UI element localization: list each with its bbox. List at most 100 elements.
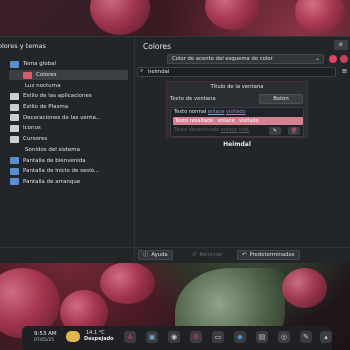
search-icon: ⌕: [140, 67, 144, 74]
preview-window-text: Texto de ventana: [170, 96, 216, 102]
sidebar-item-luz-nocturna[interactable]: Luz nocturna: [0, 80, 134, 91]
accent-color-row: Color de acento del esquema de color ⌄: [137, 54, 350, 65]
pane-divider: [134, 37, 135, 264]
accent-color-select[interactable]: Color de acento del esquema de color ⌄: [167, 54, 324, 64]
sidebar-item-cursores[interactable]: Cursores: [0, 134, 134, 145]
settings-app-icon[interactable]: ⚙: [190, 331, 202, 343]
hamburger-menu-icon[interactable]: ≡: [339, 67, 350, 77]
weather-sun-icon[interactable]: [66, 331, 80, 342]
preview-selected-text: Texto resaltado: [175, 118, 214, 124]
sidebar-item-estilo-aplicaciones[interactable]: Estilo de las aplicaciones: [0, 91, 134, 102]
search-input-value: heimdal: [148, 69, 170, 75]
plasma-style-icon: [10, 103, 19, 111]
help-button-label: Ayuda: [151, 252, 168, 258]
preview-selected-link: enlace: [218, 118, 235, 124]
wallpaper-berry: [90, 0, 150, 35]
sidebar-item-label: Estilo de Plasma: [23, 104, 69, 111]
login-screen-icon: [10, 167, 19, 175]
preview-normal-row: Texto normal enlace visitado: [174, 109, 246, 115]
splash-screen-icon: [10, 157, 19, 165]
preview-selected-visited: visitado: [239, 118, 259, 124]
wallpaper-berry: [100, 262, 155, 304]
color-scheme-preview[interactable]: Título de la ventana Texto de ventana Bo…: [166, 81, 308, 138]
store-icon[interactable]: ◆: [234, 331, 246, 343]
wallpaper-berry: [205, 0, 260, 30]
help-circle-icon: ⓘ: [143, 252, 149, 258]
sidebar-item-label: Pantalla de inicio de sesió...: [23, 168, 100, 175]
sidebar-item-label: Colores: [36, 72, 57, 79]
reset-icon: ↺: [192, 252, 197, 258]
cursor-icon: [10, 135, 19, 143]
sidebar: Tema global Colores Luz nocturna Estilo …: [0, 59, 134, 187]
sidebar-item-estilo-plasma[interactable]: Estilo de Plasma: [0, 102, 134, 113]
chevron-down-icon: ⌄: [314, 55, 320, 62]
system-tray-icon[interactable]: ▴: [320, 331, 332, 343]
clock-date[interactable]: 07/05/25: [34, 338, 54, 343]
defaults-button-label: Predeterminados: [249, 252, 295, 258]
preview-disabled-visited: visit: [238, 127, 250, 133]
preview-disabled-link: enlace: [220, 127, 238, 133]
wallpaper-berry: [282, 268, 327, 308]
file-manager-icon[interactable]: ▣: [146, 331, 158, 343]
icons-icon: [10, 124, 19, 132]
network-icon[interactable]: ◎: [278, 331, 290, 343]
preview-selected-row: Texto resaltado enlace visitado: [173, 117, 303, 125]
monitor-icon[interactable]: ▤: [256, 331, 268, 343]
sidebar-item-pantalla-inicio-sesion[interactable]: Pantalla de inicio de sesió...: [0, 166, 134, 177]
reset-button-label: Reiniciar: [199, 252, 223, 258]
app-launcher-icon[interactable]: A: [124, 331, 136, 343]
taskbar: 9:53 AM 07/05/25 14.1 °C Despejado A ▣ ◉…: [22, 326, 332, 350]
sidebar-item-pantalla-arranque[interactable]: Pantalla de arranque: [0, 177, 134, 188]
sidebar-item-iconos[interactable]: Iconos: [0, 123, 134, 134]
sidebar-item-colores[interactable]: Colores: [9, 69, 128, 81]
page-title: Colores: [143, 42, 171, 51]
sidebar-item-pantalla-bienvenida[interactable]: Pantalla de bienvenida: [0, 155, 134, 166]
footer-divider: [0, 247, 350, 248]
accent-swatch-2[interactable]: [340, 55, 348, 63]
sidebar-item-label: Tema global: [23, 61, 57, 68]
sidebar-item-sonidos-sistema[interactable]: Sonidos del sistema: [0, 145, 134, 156]
preview-button: Botón: [259, 94, 303, 104]
sidebar-item-tema-global[interactable]: Tema global: [0, 59, 134, 70]
reset-button[interactable]: ↺ Reiniciar: [187, 250, 227, 260]
preview-window-title: Título de la ventana: [210, 84, 264, 90]
preview-normal-text: Texto normal: [174, 109, 207, 115]
preview-disabled-text: Texto desactivado: [174, 127, 220, 133]
system-settings-window: olores y temas Colores ⚙ Tema global Col…: [0, 36, 350, 264]
boot-screen-icon: [10, 178, 19, 186]
accent-swatch-1[interactable]: [329, 55, 337, 63]
delete-icon: 🗑: [288, 127, 300, 135]
sidebar-item-label: Pantalla de arranque: [23, 178, 81, 185]
preview-link: enlace: [207, 109, 225, 115]
help-button[interactable]: ⓘ Ayuda: [138, 250, 173, 260]
help-icon[interactable]: ⚙: [334, 40, 348, 50]
defaults-icon: ↶: [242, 252, 247, 258]
sidebar-title: olores y temas: [0, 42, 46, 50]
sidebar-item-decoraciones-ventanas[interactable]: Decoraciones de las venta...: [0, 112, 134, 123]
clock-time[interactable]: 9:53 AM: [34, 331, 57, 337]
preview-disabled-row: Texto desactivado enlace visit: [174, 127, 249, 133]
wallpaper-berry: [295, 0, 345, 34]
preview-visited: visitado: [226, 109, 246, 115]
window-decorations-icon: [10, 114, 19, 122]
sidebar-item-label: Iconos: [23, 125, 41, 132]
sidebar-item-label: Decoraciones de las venta...: [23, 114, 102, 121]
search-input[interactable]: ⌕ heimdal: [137, 67, 336, 77]
palette-icon: [10, 60, 19, 68]
preview-view-area: Texto normal enlace visitado Texto resal…: [170, 107, 304, 137]
edit-icon: ✎: [269, 127, 281, 135]
colors-icon: [23, 71, 32, 79]
sidebar-item-label: Luz nocturna: [25, 82, 61, 89]
editor-icon[interactable]: ✎: [300, 331, 312, 343]
defaults-button[interactable]: ↶ Predeterminados: [237, 250, 300, 260]
sidebar-item-label: Estilo de las aplicaciones: [23, 93, 92, 100]
sidebar-item-label: Cursores: [23, 136, 48, 143]
sidebar-item-label: Sonidos del sistema: [25, 146, 81, 153]
weather-description: Despejado: [84, 336, 114, 342]
sidebar-item-label: Pantalla de bienvenida: [23, 157, 86, 164]
browser-icon[interactable]: ◉: [168, 331, 180, 343]
color-scheme-name: Heimdal: [223, 141, 251, 148]
terminal-icon[interactable]: ▭: [212, 331, 224, 343]
application-style-icon: [10, 92, 19, 100]
accent-color-select-label: Color de acento del esquema de color: [172, 56, 273, 62]
